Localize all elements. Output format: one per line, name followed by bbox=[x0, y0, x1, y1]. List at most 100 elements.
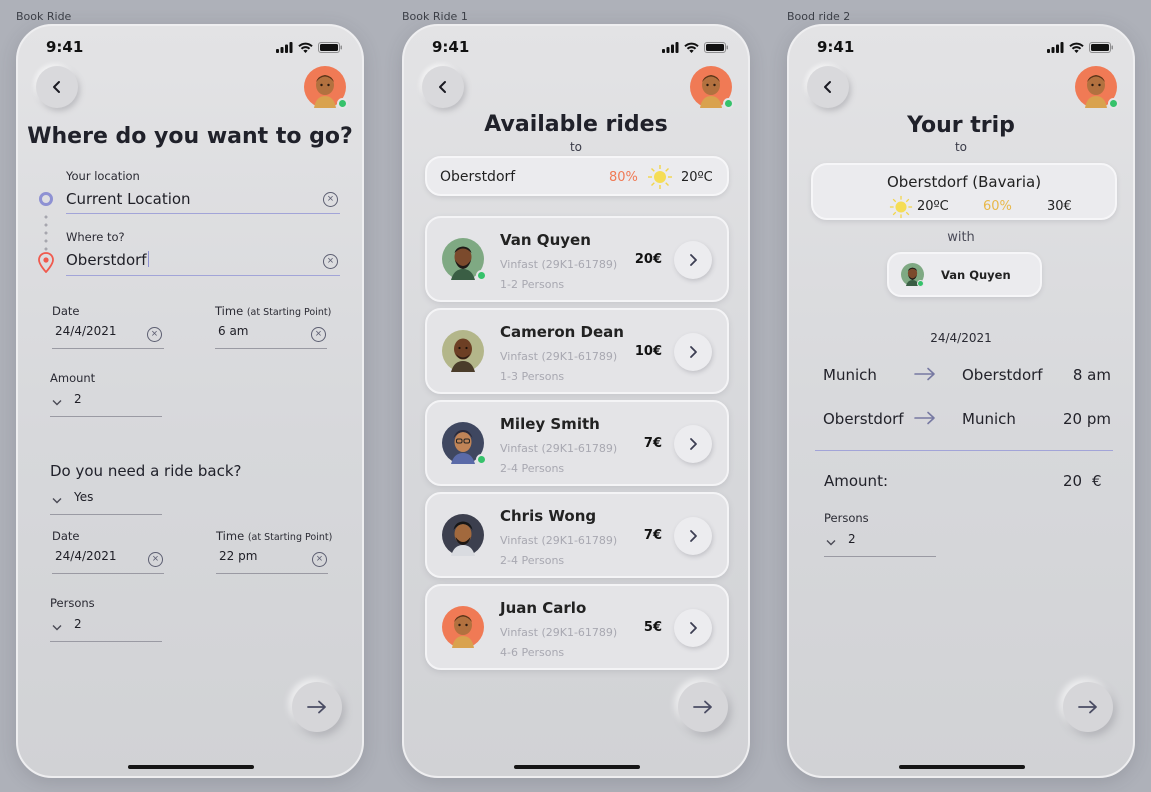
ride-card[interactable]: Cameron Dean Vinfast (29K1-61789) 1-3 Pe… bbox=[425, 308, 729, 394]
driver-avatar bbox=[442, 422, 487, 465]
user-avatar[interactable] bbox=[304, 66, 348, 109]
return-date-field[interactable]: 24/4/2021 bbox=[52, 549, 164, 574]
back-button[interactable] bbox=[422, 66, 464, 108]
clear-return-date-icon[interactable]: × bbox=[148, 552, 163, 567]
persons-value: 2 bbox=[74, 617, 82, 631]
ride-card[interactable]: Chris Wong Vinfast (29K1-61789) 2-4 Pers… bbox=[425, 492, 729, 578]
destination-summary-card: Oberstdorf (Bavaria) 20ºC 60% 30€ bbox=[811, 163, 1117, 220]
battery-icon bbox=[1089, 41, 1113, 53]
chevron-right-icon bbox=[690, 254, 697, 266]
trip-cost: 30€ bbox=[1047, 199, 1072, 214]
clear-time-icon[interactable]: × bbox=[311, 327, 326, 342]
time-hint: (at Starting Point) bbox=[246, 307, 332, 318]
chevron-down-icon bbox=[52, 498, 62, 504]
where-to-value: Oberstdorf bbox=[66, 251, 147, 269]
next-button[interactable] bbox=[678, 682, 728, 732]
ride-card[interactable]: Van Quyen Vinfast (29K1-61789) 1-2 Perso… bbox=[425, 216, 729, 302]
destination-name: Oberstdorf (Bavaria) bbox=[886, 173, 1042, 191]
clear-location-icon[interactable]: × bbox=[323, 192, 338, 207]
return-date-value: 24/4/2021 bbox=[55, 549, 117, 563]
status-bar: 9:41 bbox=[46, 38, 342, 56]
time-field[interactable]: 6 am bbox=[215, 324, 327, 349]
page-title: Where do you want to go? bbox=[27, 124, 353, 149]
online-indicator bbox=[1108, 98, 1119, 109]
your-location-field[interactable]: Current Location bbox=[66, 190, 340, 214]
ride-price: 7€ bbox=[643, 528, 662, 543]
select-ride-button[interactable] bbox=[674, 517, 712, 555]
home-indicator bbox=[514, 765, 640, 769]
frame-label-book-ride: Book Ride bbox=[16, 10, 72, 23]
return-time-value: 22 pm bbox=[219, 549, 258, 563]
persons-select[interactable]: 2 bbox=[50, 617, 162, 642]
chevron-right-icon bbox=[690, 438, 697, 450]
chevron-left-icon bbox=[824, 81, 831, 93]
chevron-right-icon bbox=[690, 530, 697, 542]
next-button[interactable] bbox=[292, 682, 342, 732]
back-button[interactable] bbox=[807, 66, 849, 108]
date-label: Date bbox=[52, 304, 80, 318]
select-ride-button[interactable] bbox=[674, 333, 712, 371]
ride-back-select[interactable]: Yes bbox=[50, 490, 162, 515]
book-ride-screen: 9:41 Where do you want to go? Your locat… bbox=[16, 24, 364, 778]
select-ride-button[interactable] bbox=[674, 609, 712, 647]
user-avatar[interactable] bbox=[1075, 66, 1119, 109]
car-info: Vinfast (29K1-61789) bbox=[500, 350, 618, 363]
date-value: 24/4/2021 bbox=[55, 324, 117, 338]
chevron-right-icon bbox=[690, 346, 697, 358]
time-label: Time (at Starting Point) bbox=[215, 304, 332, 318]
divider bbox=[815, 450, 1113, 451]
driver-name: Van Quyen bbox=[500, 231, 591, 249]
your-trip-screen: 9:41 Your trip to Oberstdorf (Bavaria) 2… bbox=[787, 24, 1135, 778]
online-indicator bbox=[337, 98, 348, 109]
signal-icon bbox=[1047, 41, 1064, 53]
persons-range: 1-2 Persons bbox=[500, 278, 565, 291]
origin-dot-icon bbox=[39, 192, 53, 206]
available-rides-screen: 9:41 Available rides to Oberstdorf 80% 2… bbox=[402, 24, 750, 778]
to-label: to bbox=[569, 140, 583, 154]
driver-name: Van Quyen bbox=[941, 268, 1011, 282]
select-ride-button[interactable] bbox=[674, 425, 712, 463]
ride-card[interactable]: Juan Carlo Vinfast (29K1-61789) 4-6 Pers… bbox=[425, 584, 729, 670]
clear-destination-icon[interactable]: × bbox=[323, 254, 338, 269]
persons-range: 4-6 Persons bbox=[500, 646, 565, 659]
amount-value: 20 bbox=[1063, 472, 1083, 490]
temperature: 20ºC bbox=[917, 199, 949, 214]
arrow-right-icon bbox=[307, 700, 326, 714]
ride-price: 7€ bbox=[643, 436, 662, 451]
persons-value: 2 bbox=[848, 532, 856, 546]
clear-return-time-icon[interactable]: × bbox=[312, 552, 327, 567]
back-button[interactable] bbox=[36, 66, 78, 108]
amount-label: Amount: bbox=[824, 472, 888, 490]
persons-select[interactable]: 2 bbox=[824, 532, 936, 557]
status-time: 9:41 bbox=[432, 38, 470, 56]
sun-icon bbox=[889, 195, 913, 219]
chevron-down-icon bbox=[826, 540, 836, 546]
location-pin-icon bbox=[38, 252, 54, 273]
amount-select[interactable]: 2 bbox=[50, 392, 162, 417]
driver-name: Juan Carlo bbox=[500, 599, 587, 617]
chevron-left-icon bbox=[53, 81, 60, 93]
online-indicator bbox=[476, 454, 487, 465]
trip-date: 24/4/2021 bbox=[930, 331, 992, 345]
online-indicator bbox=[917, 280, 924, 287]
leg-from: Oberstdorf bbox=[823, 410, 904, 428]
ride-card[interactable]: Miley Smith Vinfast (29K1-61789) 2-4 Per… bbox=[425, 400, 729, 486]
wifi-icon bbox=[1069, 42, 1084, 53]
driver-chip[interactable]: Van Quyen bbox=[887, 252, 1042, 297]
destination-weather-bar: Oberstdorf 80% 20ºC bbox=[425, 156, 729, 196]
leg-to: Oberstdorf bbox=[962, 366, 1043, 384]
select-ride-button[interactable] bbox=[674, 241, 712, 279]
return-time-field[interactable]: 22 pm bbox=[216, 549, 328, 574]
where-to-field[interactable]: Oberstdorf bbox=[66, 251, 340, 276]
to-label: to bbox=[954, 140, 968, 154]
arrow-right-icon bbox=[914, 411, 935, 425]
clear-date-icon[interactable]: × bbox=[147, 327, 162, 342]
signal-icon bbox=[276, 41, 293, 53]
rain-chance: 80% bbox=[609, 170, 638, 185]
time-value: 6 am bbox=[218, 324, 249, 338]
next-button[interactable] bbox=[1063, 682, 1113, 732]
driver-avatar bbox=[442, 606, 484, 648]
persons-label: Persons bbox=[824, 511, 869, 525]
user-avatar[interactable] bbox=[690, 66, 734, 109]
driver-avatar bbox=[442, 238, 487, 281]
